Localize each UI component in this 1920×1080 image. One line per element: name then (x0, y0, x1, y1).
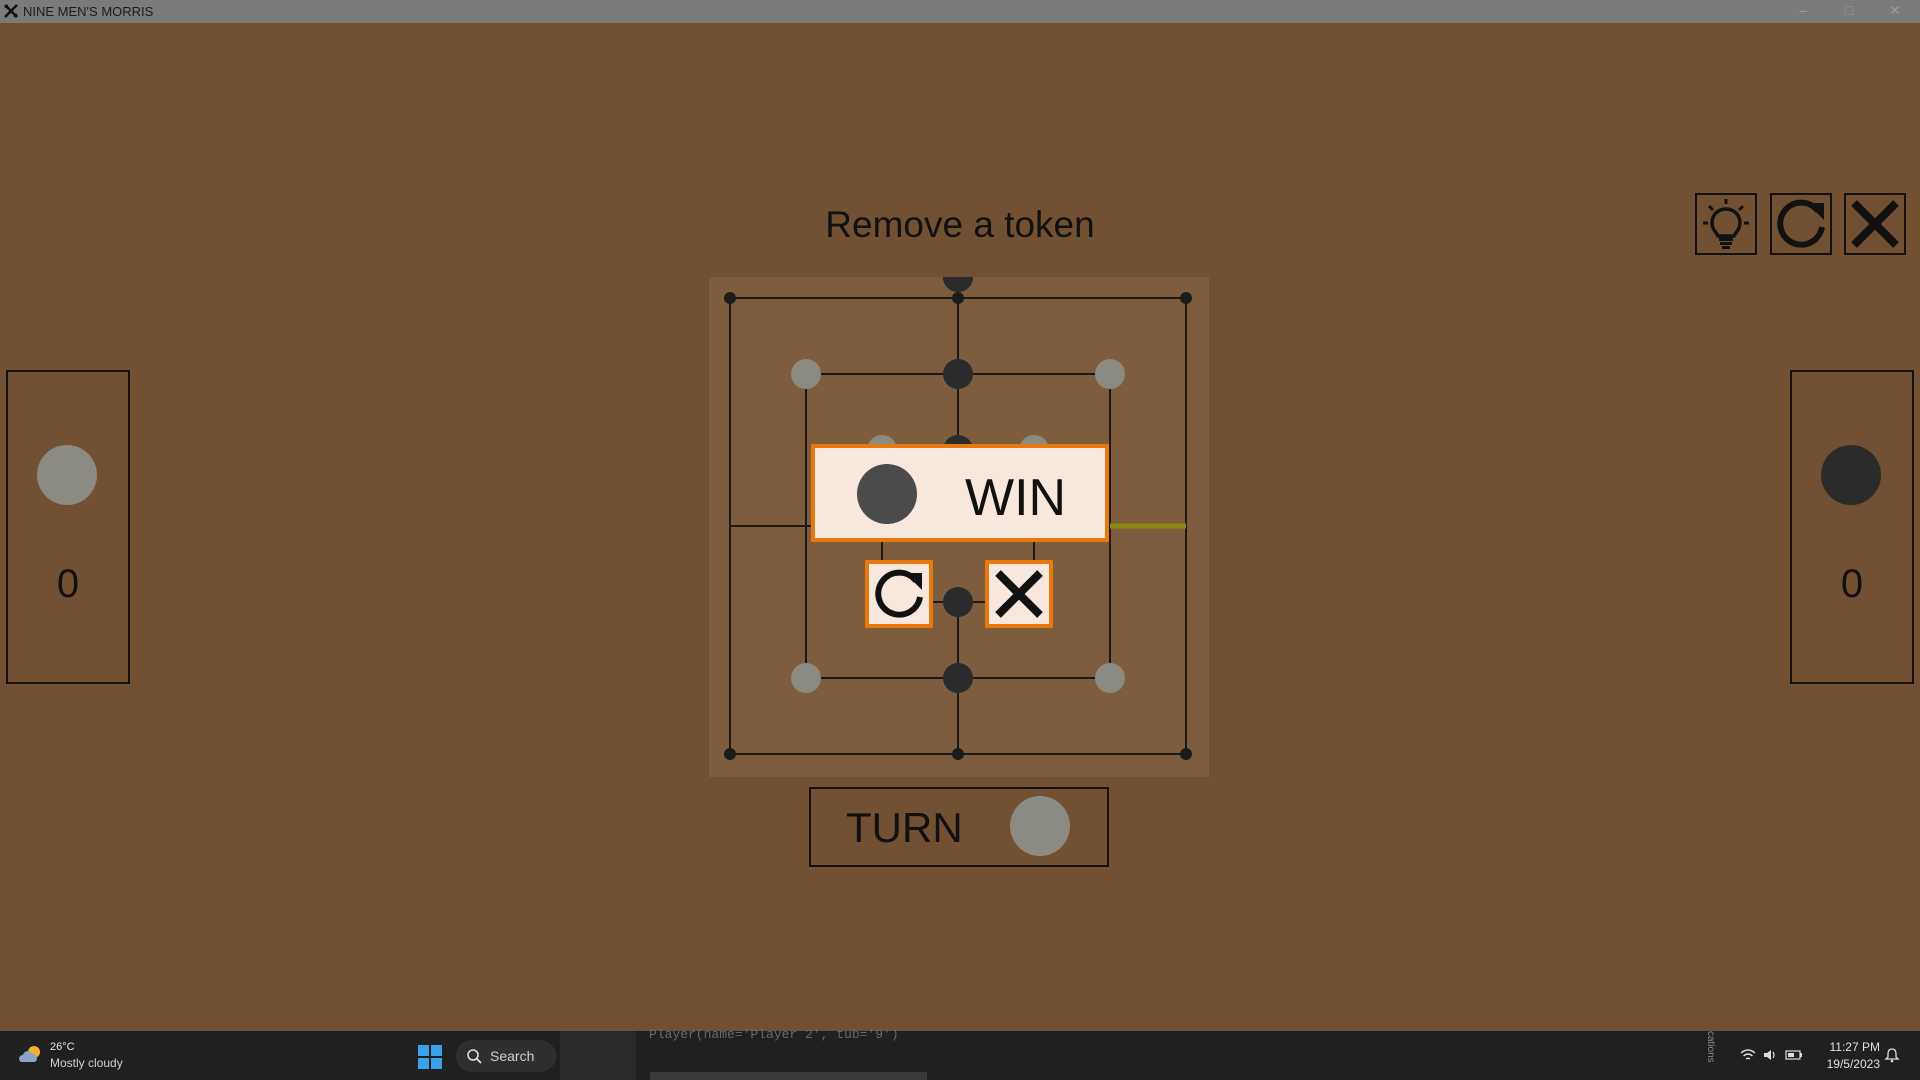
restart-icon (875, 569, 923, 618)
notification-icon[interactable] (1884, 1047, 1900, 1063)
taskbar-search[interactable]: Search (456, 1040, 556, 1072)
right-player-count: 0 (1840, 562, 1864, 606)
search-icon (467, 1049, 482, 1064)
board-point[interactable] (952, 292, 964, 304)
dark-token[interactable] (943, 587, 973, 617)
taskbar (0, 1031, 1920, 1080)
left-player-count: 0 (56, 562, 80, 606)
lightbulb-icon (1703, 199, 1749, 249)
light-token[interactable] (791, 663, 821, 693)
weather-temperature: 26°C (50, 1041, 75, 1053)
turn-label: TURN (846, 804, 963, 851)
quit-button[interactable] (985, 560, 1053, 628)
title-bar (0, 0, 1920, 23)
exit-button[interactable] (1844, 193, 1906, 255)
cloud-icon (19, 1046, 40, 1062)
close-window-button[interactable]: ✕ (1872, 0, 1918, 23)
light-token[interactable] (1095, 359, 1125, 389)
play-again-button[interactable] (865, 560, 933, 628)
board-point[interactable] (1180, 292, 1192, 304)
turn-token (1010, 796, 1070, 856)
board-point[interactable] (952, 748, 964, 760)
wifi-icon[interactable] (1740, 1048, 1756, 1062)
window-title: NINE MEN'S MORRIS (23, 4, 154, 19)
weather-description: Mostly cloudy (50, 1056, 123, 1070)
light-token[interactable] (1095, 663, 1125, 693)
board-point[interactable] (1180, 748, 1192, 760)
terminal-text: Player(name='Player 2', tub='9') (649, 1027, 899, 1042)
left-player-panel: 0 (6, 370, 130, 684)
windows-start-icon[interactable] (418, 1045, 442, 1069)
app-icon (4, 4, 18, 18)
left-player-token (37, 445, 97, 505)
close-icon (1851, 200, 1899, 248)
status-message: Remove a token (825, 204, 1095, 245)
dark-token[interactable] (943, 663, 973, 693)
right-player-panel: 0 (1790, 370, 1914, 684)
winner-token (857, 464, 917, 524)
close-icon (995, 570, 1043, 618)
clock-time: 11:27 PM (1829, 1040, 1880, 1054)
restart-icon (1777, 199, 1825, 248)
volume-icon[interactable] (1762, 1048, 1778, 1062)
win-label: WIN (965, 469, 1067, 527)
board-point[interactable] (724, 748, 736, 760)
tray-label: cations (1705, 1031, 1716, 1063)
terminal-scrollbar[interactable] (650, 1072, 927, 1080)
dark-token[interactable] (943, 262, 973, 292)
clock-date: 19/5/2023 (1826, 1057, 1880, 1071)
hint-button[interactable] (1695, 193, 1757, 255)
minimize-button[interactable]: – (1780, 0, 1826, 23)
maximize-button[interactable]: □ (1826, 0, 1872, 23)
win-dialog: WIN (811, 444, 1109, 542)
search-label: Search (490, 1048, 535, 1064)
right-player-token (1821, 445, 1881, 505)
light-token[interactable] (791, 359, 821, 389)
board-point[interactable] (724, 292, 736, 304)
taskbar-app-strip[interactable] (560, 1031, 636, 1080)
turn-indicator: TURN (809, 787, 1109, 867)
restart-button[interactable] (1770, 193, 1832, 255)
dark-token[interactable] (943, 359, 973, 389)
